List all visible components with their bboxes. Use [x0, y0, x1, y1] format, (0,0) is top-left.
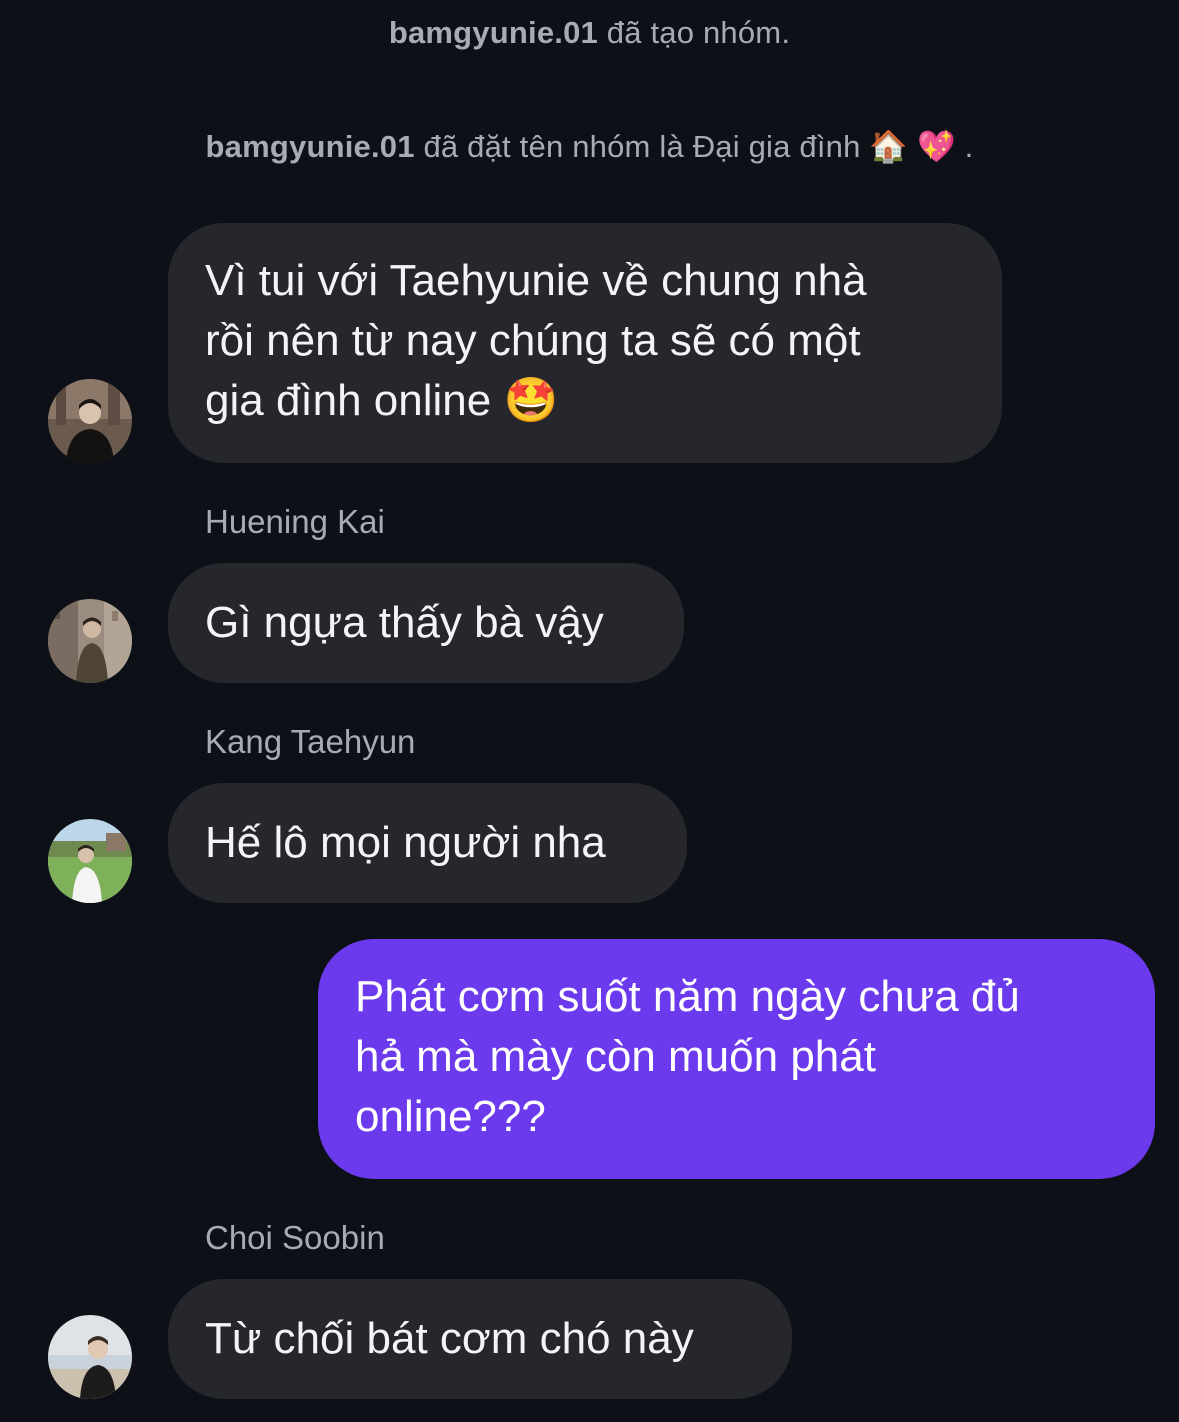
- message-line-with-emoji: gia đình online 🤩: [205, 371, 965, 431]
- message-line: online???: [355, 1092, 546, 1141]
- message-bubble-bamgyunie[interactable]: Vì tui với Taehyunie về chung nhà rồi nê…: [168, 223, 1002, 463]
- sparkling-heart-emoji-icon: 💖: [917, 129, 956, 165]
- system-message-group-created: bamgyunie.01 đã tạo nhóm.: [0, 15, 1179, 51]
- avatar-huening-kai[interactable]: [48, 599, 132, 683]
- avatar-photo-icon: [48, 379, 132, 463]
- message-line: Vì tui với Taehyunie về chung nhà: [205, 256, 867, 305]
- avatar-photo-icon: [48, 819, 132, 903]
- system-message-text: đã tạo nhóm.: [597, 15, 791, 50]
- message-bubble-huening-kai[interactable]: Gì ngựa thấy bà vậy: [168, 563, 684, 683]
- system-message-group-renamed: bamgyunie.01 đã đặt tên nhóm là Đại gia …: [0, 128, 1179, 165]
- house-emoji-icon: 🏠: [869, 129, 909, 165]
- message-line: Phát cơm suốt năm ngày chưa đủ: [355, 972, 1020, 1021]
- message-text: gia đình online: [205, 376, 504, 425]
- message-line: hả mà mày còn muốn phát: [355, 1032, 876, 1081]
- message-bubble-choi-soobin[interactable]: Từ chối bát cơm chó này: [168, 1279, 792, 1399]
- message-line: Gì ngựa thấy bà vậy: [205, 598, 604, 647]
- avatar-kang-taehyun[interactable]: [48, 819, 132, 903]
- message-line: rồi nên từ nay chúng ta sẽ có một: [205, 316, 861, 365]
- system-message-suffix: .: [955, 129, 974, 164]
- sender-name: Choi Soobin: [205, 1219, 385, 1256]
- system-message-username[interactable]: bamgyunie.01: [206, 129, 415, 164]
- message-line: Từ chối bát cơm chó này: [205, 1314, 694, 1363]
- sender-name: Kang Taehyun: [205, 723, 416, 760]
- message-line: Hế lô mọi người nha: [205, 818, 606, 867]
- avatar-bamgyunie[interactable]: [48, 379, 132, 463]
- system-message-username[interactable]: bamgyunie.01: [389, 15, 598, 50]
- star-struck-emoji-icon: 🤩: [503, 375, 559, 426]
- message-bubble-kang-taehyun[interactable]: Hế lô mọi người nha: [168, 783, 687, 903]
- system-message-text: đã đặt tên nhóm là Đại gia đình: [414, 129, 870, 164]
- avatar-photo-icon: [48, 599, 132, 683]
- sender-name: Huening Kai: [205, 503, 385, 540]
- avatar-photo-icon: [48, 1315, 132, 1399]
- message-bubble-own[interactable]: Phát cơm suốt năm ngày chưa đủ hả mà mày…: [318, 939, 1155, 1179]
- avatar-choi-soobin[interactable]: [48, 1315, 132, 1399]
